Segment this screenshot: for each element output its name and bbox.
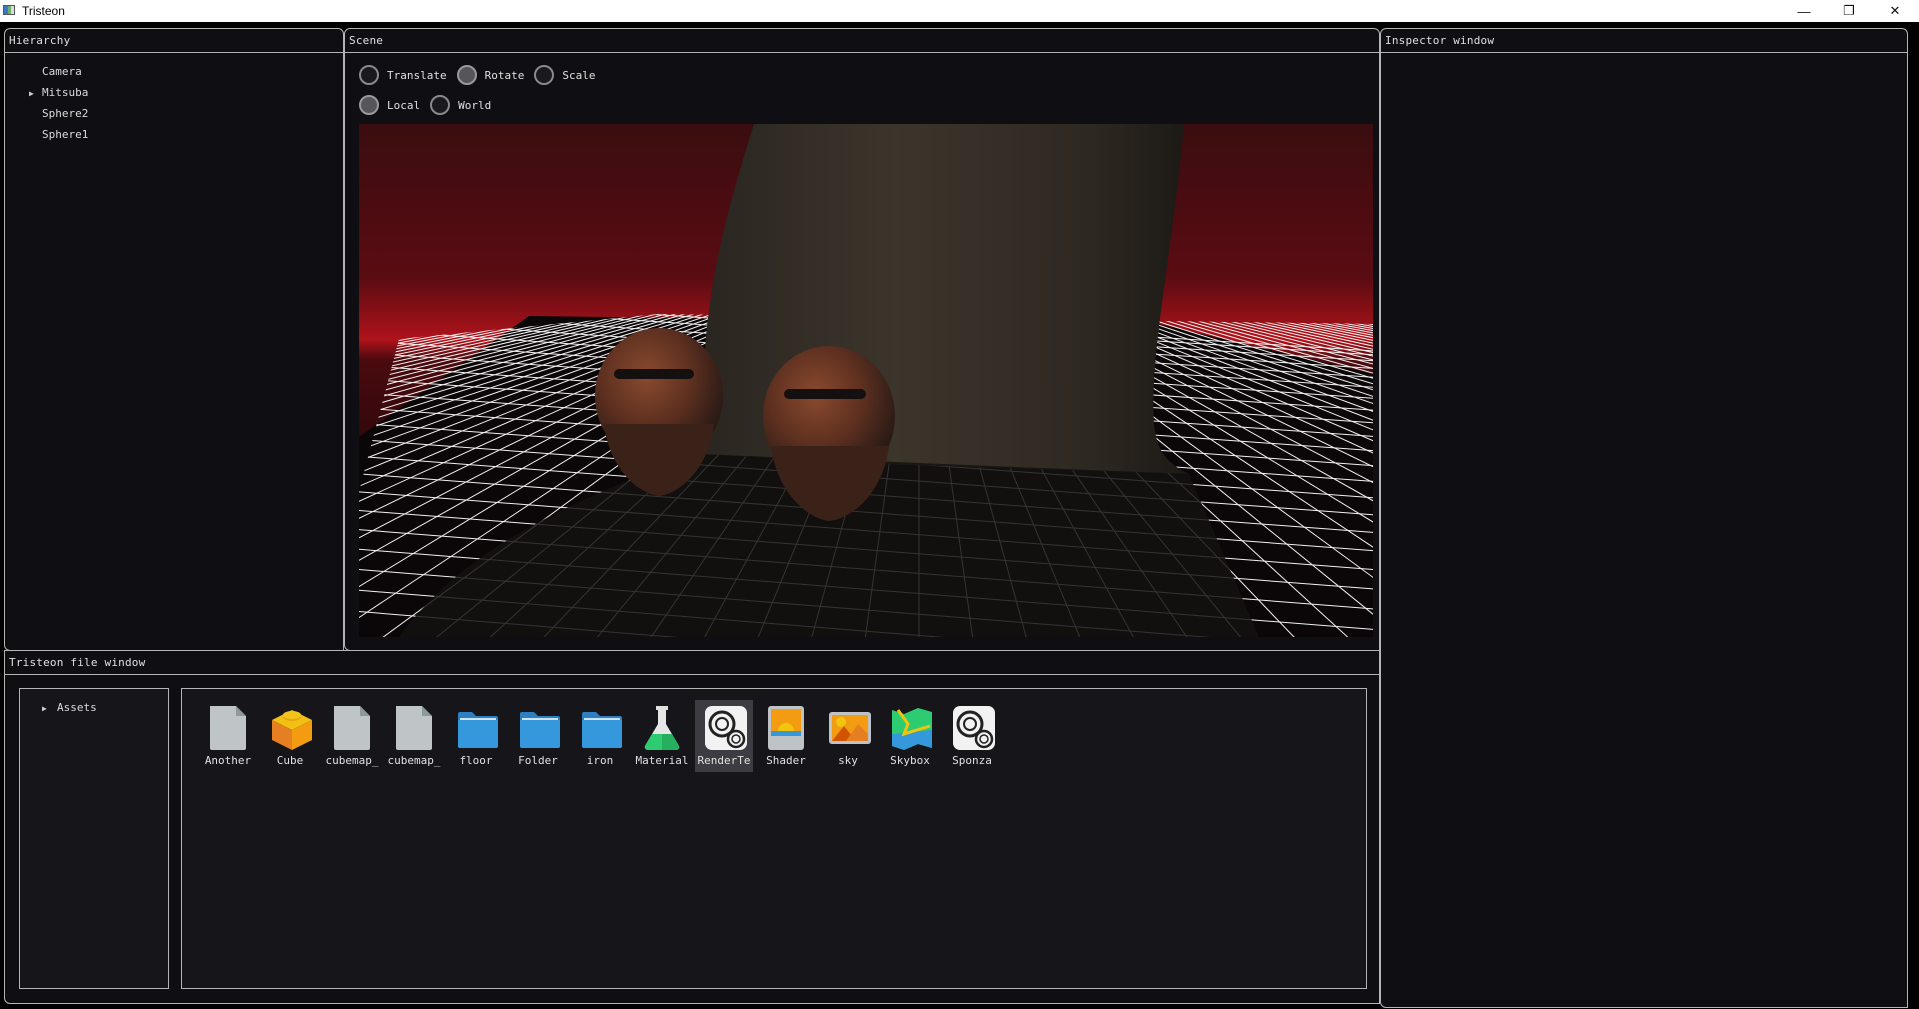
scene-render[interactable] xyxy=(359,124,1373,637)
file-item[interactable]: Shader xyxy=(757,700,815,772)
file-item-label: Skybox xyxy=(890,754,930,767)
file-icon xyxy=(332,704,372,752)
map-icon xyxy=(890,704,932,752)
radio-label: Translate xyxy=(387,68,447,82)
folder-icon xyxy=(456,704,498,752)
file-item[interactable]: sky xyxy=(819,700,877,772)
window-title: Tristeon xyxy=(22,4,65,18)
file-item[interactable]: Cube xyxy=(261,700,319,772)
radio-circle-icon[interactable] xyxy=(359,65,379,85)
file-item[interactable]: Sponza xyxy=(943,700,1001,772)
file-item-label: cubemap_ xyxy=(325,754,379,767)
file-item[interactable]: Another xyxy=(199,700,257,772)
file-item[interactable]: cubemap_ xyxy=(385,700,443,772)
radio-circle-icon[interactable] xyxy=(359,95,379,115)
inspector-panel: Inspector window xyxy=(1380,28,1908,1008)
file-item[interactable]: Skybox xyxy=(881,700,939,772)
transform-space-group: Local World xyxy=(359,95,501,115)
file-item-label: floor xyxy=(459,754,493,767)
expand-arrow-icon[interactable]: ▶ xyxy=(42,704,47,713)
close-icon: ✕ xyxy=(1889,3,1901,18)
sunset-icon xyxy=(766,704,806,752)
space-radio-local[interactable]: Local xyxy=(359,95,420,115)
file-window-title: Tristeon file window xyxy=(5,651,1379,675)
scene-title: Scene xyxy=(345,29,1379,53)
file-window-panel: Tristeon file window ▶ Assets Another Cub… xyxy=(4,650,1380,1004)
expand-arrow-icon[interactable]: ▶ xyxy=(29,89,34,98)
close-button[interactable]: ✕ xyxy=(1872,0,1918,22)
folder-tree: ▶ Assets xyxy=(19,688,169,989)
hierarchy-item[interactable]: Camera xyxy=(42,65,82,78)
file-item[interactable]: Material xyxy=(633,700,691,772)
file-item[interactable]: cubemap_ xyxy=(323,700,381,772)
file-item[interactable]: Folder xyxy=(509,700,567,772)
file-item-label: Shader xyxy=(766,754,806,767)
hierarchy-item[interactable]: Sphere1 xyxy=(42,128,88,141)
file-item-label: Another xyxy=(204,754,252,767)
flask-icon xyxy=(642,704,682,752)
gizmo-radio-translate[interactable]: Translate xyxy=(359,65,447,85)
file-item[interactable]: iron xyxy=(571,700,629,772)
file-grid: Another Cube cubemap_ cubemap_ floor Folder ir… xyxy=(181,688,1367,989)
tree-item-assets[interactable]: Assets xyxy=(57,701,97,714)
radio-label: Local xyxy=(387,98,421,112)
hierarchy-item[interactable]: Sphere2 xyxy=(42,107,88,120)
minimize-button[interactable]: — xyxy=(1781,0,1827,22)
hierarchy-panel: Hierarchy Camera ▶ Mitsuba Sphere2 Sphere1 xyxy=(4,28,344,651)
radio-label: World xyxy=(458,98,492,112)
file-item-label: cubemap_ xyxy=(387,754,441,767)
gizmo-radio-scale[interactable]: Scale xyxy=(534,65,595,85)
file-item[interactable]: RenderTe xyxy=(695,700,753,772)
hierarchy-item[interactable]: Mitsuba xyxy=(42,86,88,99)
file-item[interactable]: floor xyxy=(447,700,505,772)
radio-circle-icon[interactable] xyxy=(534,65,555,85)
inspector-title: Inspector window xyxy=(1381,29,1907,53)
image-icon xyxy=(828,704,871,752)
file-item-label: Sponza xyxy=(952,754,992,767)
folder-icon xyxy=(518,704,560,752)
radio-circle-icon[interactable] xyxy=(430,95,451,115)
file-icon xyxy=(208,704,248,752)
file-item-label: iron xyxy=(586,754,614,767)
minimize-icon: — xyxy=(1797,3,1811,19)
space-radio-world[interactable]: World xyxy=(430,95,491,115)
restore-icon: ❐ xyxy=(1843,3,1855,18)
file-icon xyxy=(394,704,434,752)
file-item-label: RenderTe xyxy=(697,754,751,767)
file-item-label: Material xyxy=(635,754,689,767)
gears-icon xyxy=(952,704,995,752)
file-item-label: Cube xyxy=(276,754,304,767)
app-icon xyxy=(3,5,15,15)
gizmo-mode-group: Translate Rotate Scale xyxy=(359,65,605,85)
cube-icon xyxy=(270,704,312,752)
file-item-label: sky xyxy=(838,754,858,767)
scene-viewport[interactable] xyxy=(359,124,1373,637)
gears-icon xyxy=(704,704,747,752)
file-item-label: Folder xyxy=(518,754,558,767)
radio-circle-icon[interactable] xyxy=(456,65,477,85)
folder-icon xyxy=(580,704,622,752)
restore-button[interactable]: ❐ xyxy=(1826,0,1872,22)
gizmo-radio-rotate[interactable]: Rotate xyxy=(456,65,525,85)
radio-label: Rotate xyxy=(484,68,525,82)
hierarchy-title: Hierarchy xyxy=(5,29,343,53)
window-titlebar: Tristeon — ❐ ✕ xyxy=(0,0,1919,22)
radio-label: Scale xyxy=(562,68,596,82)
